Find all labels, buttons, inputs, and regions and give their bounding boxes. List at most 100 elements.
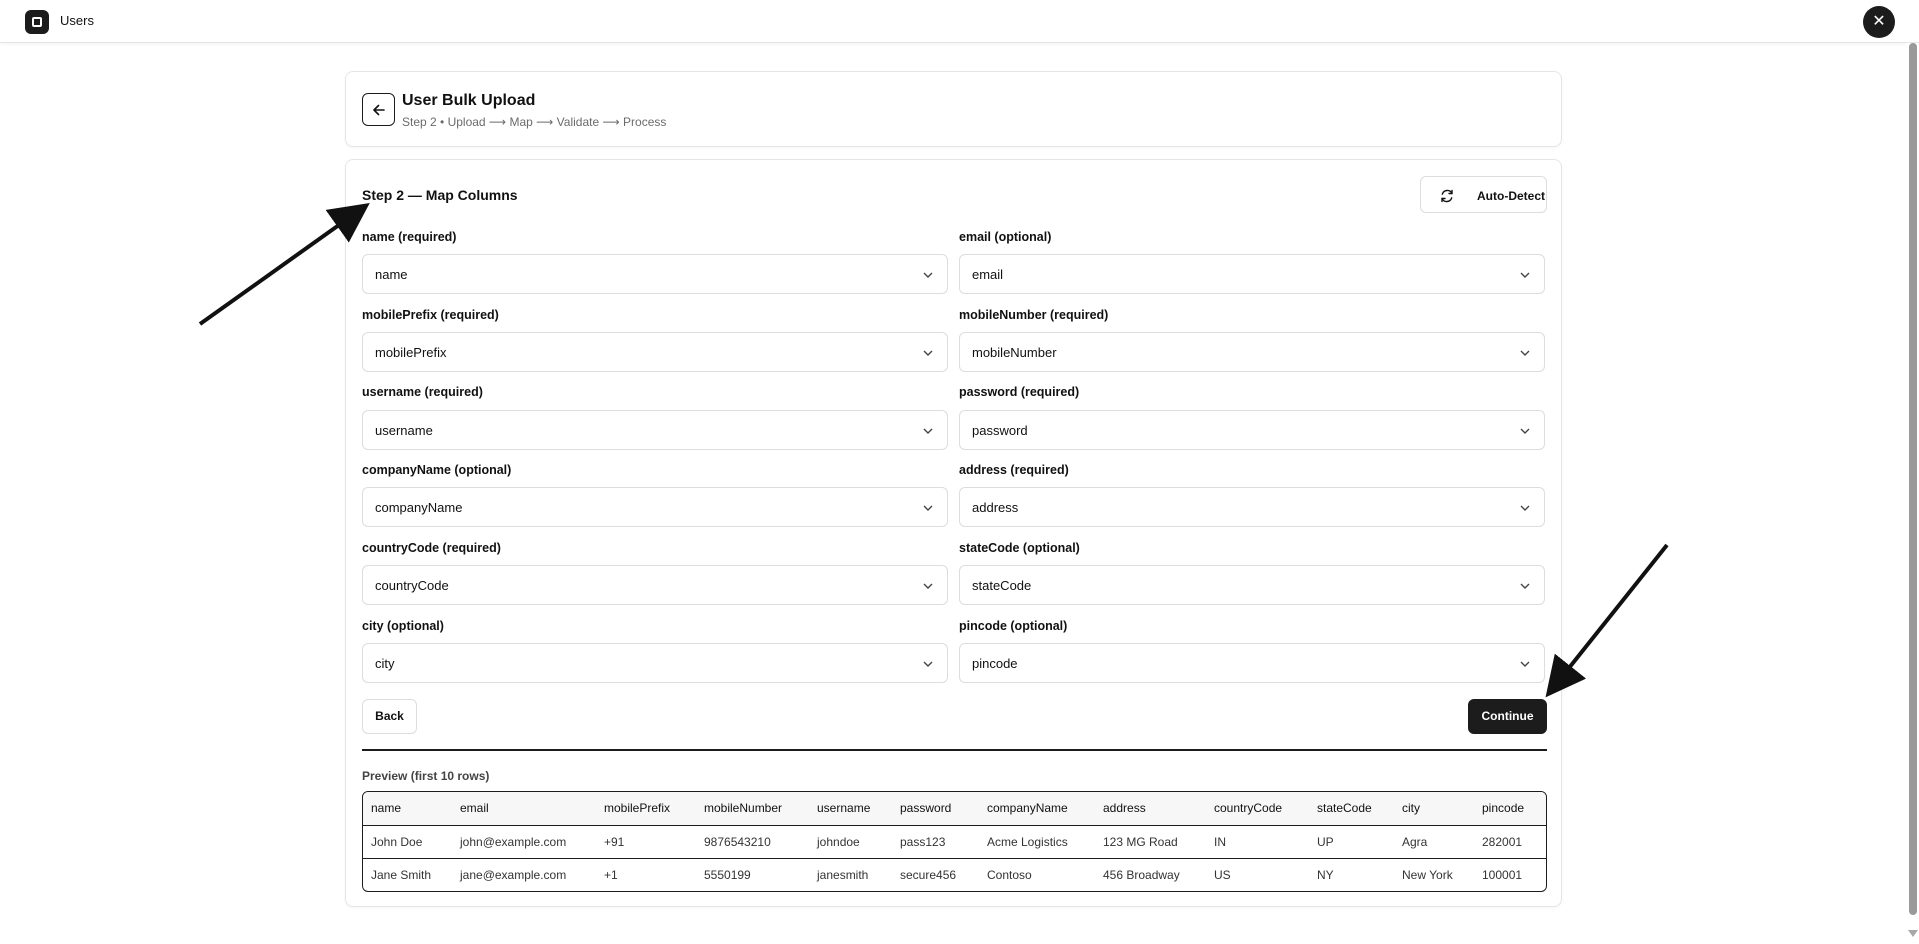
column-header: address bbox=[1095, 792, 1206, 826]
table-row: Jane Smith jane@example.com +1 5550199 j… bbox=[363, 858, 1546, 891]
column-header: name bbox=[363, 792, 452, 826]
column-header: companyName bbox=[979, 792, 1095, 826]
scroll-down-arrow-icon[interactable] bbox=[1908, 930, 1918, 937]
field-label-company-name: companyName (optional) bbox=[362, 463, 512, 477]
chevron-down-icon bbox=[1520, 583, 1530, 589]
select-value: address bbox=[972, 500, 1019, 515]
chevron-down-icon bbox=[1520, 505, 1530, 511]
column-header: pincode bbox=[1474, 792, 1546, 826]
select-value: password bbox=[972, 423, 1028, 438]
select-pincode[interactable]: pincode bbox=[959, 643, 1545, 683]
table-cell: 100001 bbox=[1482, 867, 1523, 882]
select-value: city bbox=[375, 656, 395, 671]
select-city[interactable]: city bbox=[362, 643, 948, 683]
table-cell: Contoso bbox=[987, 867, 1032, 882]
table-cell: 5550199 bbox=[704, 867, 751, 882]
field-label-state-code: stateCode (optional) bbox=[959, 541, 1080, 555]
select-value: name bbox=[375, 267, 408, 282]
table-row: John Doe john@example.com +91 9876543210… bbox=[363, 825, 1546, 859]
chevron-down-icon bbox=[1520, 661, 1530, 667]
field-label-username: username (required) bbox=[362, 385, 483, 399]
table-cell: NY bbox=[1317, 867, 1334, 882]
table-cell: 123 MG Road bbox=[1095, 825, 1206, 859]
table-cell: johndoe bbox=[809, 825, 892, 859]
table-cell: +1 bbox=[604, 867, 618, 882]
column-header: stateCode bbox=[1309, 792, 1394, 826]
table-cell: Jane Smith bbox=[371, 867, 432, 882]
table-cell: John Doe bbox=[363, 825, 452, 859]
select-value: mobilePrefix bbox=[375, 345, 447, 360]
field-label-address: address (required) bbox=[959, 463, 1069, 477]
chevron-down-icon bbox=[923, 661, 933, 667]
chevron-down-icon bbox=[923, 583, 933, 589]
select-value: username bbox=[375, 423, 433, 438]
table-cell: janesmith bbox=[817, 867, 869, 882]
select-mobile-number[interactable]: mobileNumber bbox=[959, 332, 1545, 372]
field-label-pincode: pincode (optional) bbox=[959, 619, 1068, 633]
select-username[interactable]: username bbox=[362, 410, 948, 450]
table-cell: UP bbox=[1309, 825, 1394, 859]
select-mobile-prefix[interactable]: mobilePrefix bbox=[362, 332, 948, 372]
column-header: mobilePrefix bbox=[596, 792, 696, 826]
refresh-icon bbox=[1441, 189, 1453, 203]
select-value: email bbox=[972, 267, 1004, 282]
table-cell: secure456 bbox=[900, 867, 957, 882]
select-company-name[interactable]: companyName bbox=[362, 487, 948, 527]
annotation-arrow bbox=[1545, 543, 1669, 698]
preview-label: Preview (first 10 rows) bbox=[362, 769, 490, 783]
auto-detect-label: Auto-Detect bbox=[1477, 189, 1545, 203]
step-title: Step 2 — Map Columns bbox=[362, 187, 518, 203]
close-button[interactable]: ✕ bbox=[1863, 6, 1895, 38]
table-cell: Acme Logistics bbox=[979, 825, 1095, 859]
column-header: city bbox=[1394, 792, 1474, 826]
column-header: password bbox=[892, 792, 979, 826]
arrow-left-icon bbox=[373, 104, 385, 116]
table-cell: 282001 bbox=[1474, 825, 1546, 859]
column-header: username bbox=[809, 792, 892, 826]
preview-table: name email mobilePrefix mobileNumber use… bbox=[362, 791, 1547, 892]
select-value: companyName bbox=[375, 500, 463, 515]
table-cell: 9876543210 bbox=[696, 825, 809, 859]
chevron-down-icon bbox=[923, 505, 933, 511]
scrollbar-thumb[interactable] bbox=[1909, 43, 1917, 915]
header-card: User Bulk Upload Step 2 • Upload ⟶ Map ⟶… bbox=[345, 71, 1562, 147]
select-value: mobileNumber bbox=[972, 345, 1057, 360]
divider bbox=[362, 749, 1547, 751]
table-cell: 456 Broadway bbox=[1103, 867, 1180, 882]
column-header: email bbox=[452, 792, 596, 826]
select-country-code[interactable]: countryCode bbox=[362, 565, 948, 605]
app-title: Users bbox=[60, 13, 94, 28]
auto-detect-button[interactable]: Auto-Detect bbox=[1420, 176, 1547, 213]
annotation-arrow bbox=[198, 203, 370, 326]
table-cell: New York bbox=[1402, 867, 1453, 882]
select-value: pincode bbox=[972, 656, 1018, 671]
select-value: countryCode bbox=[375, 578, 449, 593]
select-state-code[interactable]: stateCode bbox=[959, 565, 1545, 605]
continue-button[interactable]: Continue bbox=[1468, 699, 1547, 734]
chevron-down-icon bbox=[923, 272, 933, 278]
select-address[interactable]: address bbox=[959, 487, 1545, 527]
table-cell: US bbox=[1214, 867, 1231, 882]
back-button[interactable]: Back bbox=[362, 699, 417, 734]
chevron-down-icon bbox=[1520, 350, 1530, 356]
top-bar: Users ✕ bbox=[0, 0, 1919, 43]
select-password[interactable]: password bbox=[959, 410, 1545, 450]
table-cell: pass123 bbox=[892, 825, 979, 859]
app-icon bbox=[25, 10, 49, 34]
map-columns-card: Step 2 — Map Columns Auto-Detect name (r… bbox=[345, 159, 1562, 907]
page-title: User Bulk Upload bbox=[402, 92, 536, 109]
column-header: countryCode bbox=[1206, 792, 1309, 826]
table-header-row: name email mobilePrefix mobileNumber use… bbox=[363, 792, 1546, 826]
page-subtitle: Step 2 • Upload ⟶ Map ⟶ Validate ⟶ Proce… bbox=[402, 115, 667, 129]
select-email[interactable]: email bbox=[959, 254, 1545, 294]
header-back-button[interactable] bbox=[362, 93, 395, 126]
table-cell: Agra bbox=[1394, 825, 1474, 859]
field-label-mobile-prefix: mobilePrefix (required) bbox=[362, 308, 499, 322]
field-label-password: password (required) bbox=[959, 385, 1080, 399]
select-name[interactable]: name bbox=[362, 254, 948, 294]
chevron-down-icon bbox=[923, 428, 933, 434]
field-label-country-code: countryCode (required) bbox=[362, 541, 501, 555]
field-label-email: email (optional) bbox=[959, 230, 1052, 244]
chevron-down-icon bbox=[1520, 272, 1530, 278]
table-cell: +91 bbox=[596, 825, 696, 859]
